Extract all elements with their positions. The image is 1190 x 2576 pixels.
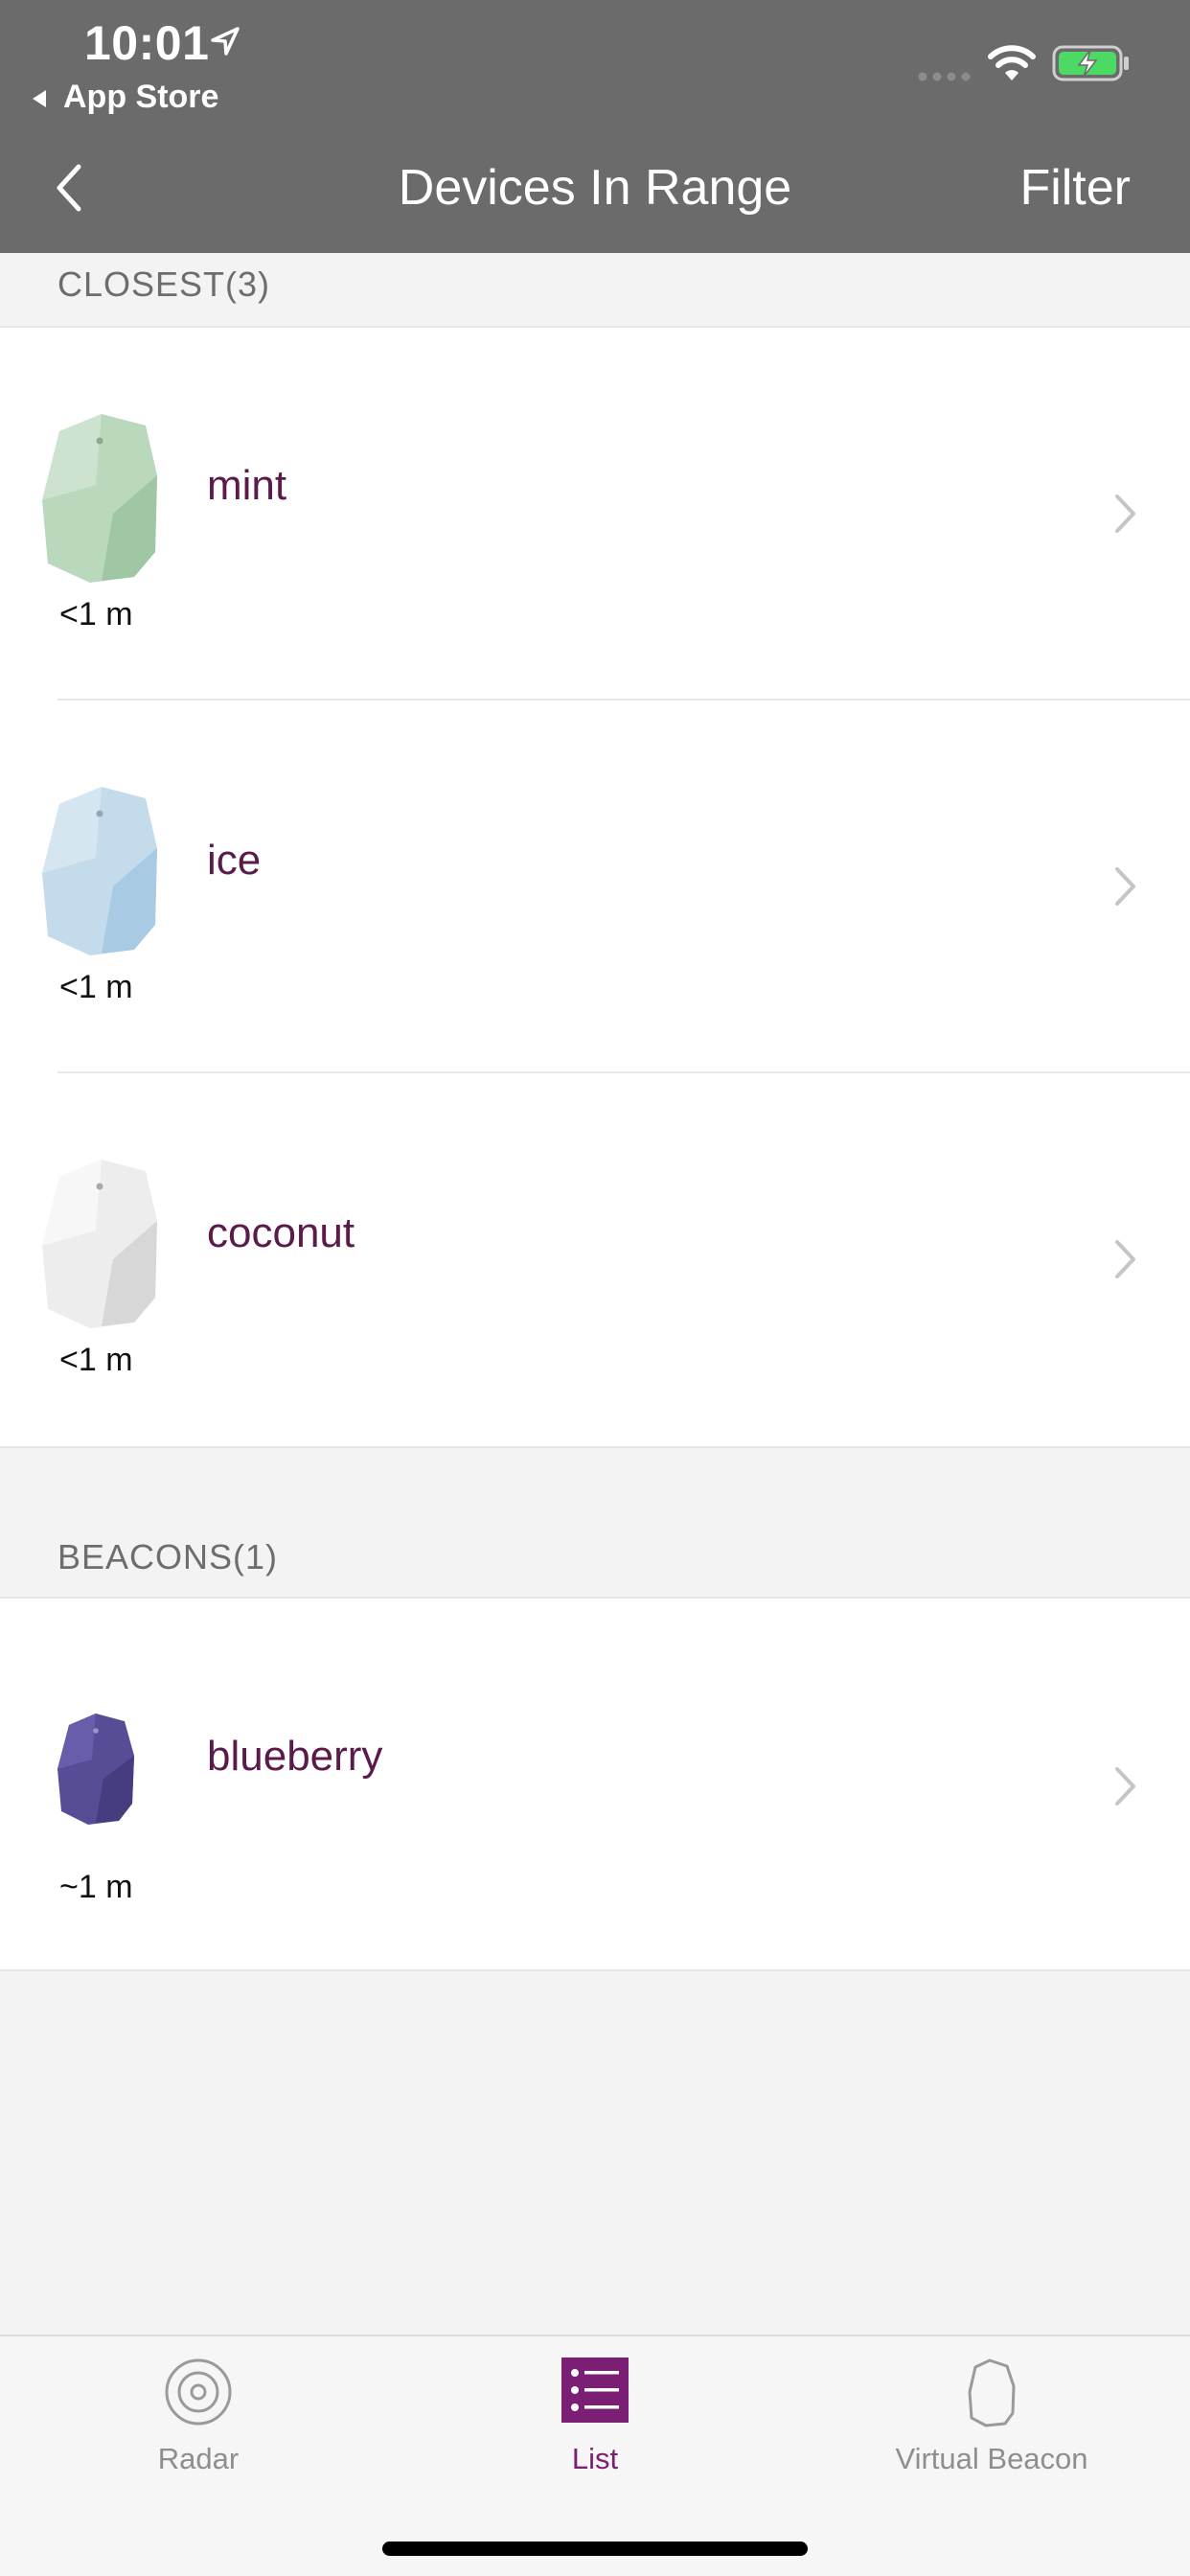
- device-name: coconut: [207, 1209, 355, 1256]
- section-divider: [0, 1446, 1190, 1448]
- list-icon: [561, 2358, 629, 2423]
- battery-charging-icon: [1052, 45, 1129, 81]
- location-arrow-icon: [211, 27, 240, 56]
- filter-button[interactable]: Filter: [1019, 159, 1131, 217]
- section-title: BEACONS(1): [57, 1537, 279, 1576]
- list-item-ice[interactable]: ice <1 m: [0, 701, 1190, 1073]
- tab-bar: Radar List Virtual Beacon: [0, 2334, 1190, 2576]
- tab-label: Radar: [157, 2442, 240, 2475]
- list-item-coconut[interactable]: coconut <1 m: [0, 1073, 1190, 1446]
- home-indicator: [382, 2542, 808, 2556]
- status-time: 10:01: [84, 16, 210, 70]
- beacons-list: blueberry ~1 m: [0, 1598, 1190, 1970]
- tab-label: Virtual Beacon: [895, 2442, 1088, 2475]
- wifi-icon: [988, 45, 1036, 80]
- tab-label: List: [571, 2442, 619, 2475]
- section-header-closest: CLOSEST(3): [0, 253, 1190, 328]
- device-name: mint: [207, 462, 287, 509]
- list-item-blueberry[interactable]: blueberry ~1 m: [0, 1598, 1190, 1970]
- tab-virtual-beacon[interactable]: Virtual Beacon: [793, 2336, 1190, 2528]
- closest-list: mint <1 m ice <1 m coconut <1 m: [0, 328, 1190, 1447]
- tab-radar[interactable]: Radar: [0, 2336, 397, 2528]
- back-triangle-icon: [33, 90, 46, 107]
- page-title: Devices In Range: [398, 160, 792, 216]
- beacon-outline-icon: [968, 2358, 1016, 2427]
- section-header-beacons: BEACONS(1): [0, 1524, 1190, 1598]
- chevron-right-icon: [1115, 1767, 1135, 1806]
- signal-icon: [918, 72, 971, 81]
- section-divider: [0, 1969, 1190, 1971]
- device-name: blueberry: [207, 1733, 383, 1780]
- top-bar: 10:01 App Store Devices In Range Filter: [0, 0, 1190, 253]
- chevron-right-icon: [1115, 1240, 1135, 1278]
- device-name: ice: [207, 837, 262, 884]
- device-distance: <1 m: [59, 1342, 133, 1378]
- radar-icon: [165, 2358, 232, 2426]
- chevron-right-icon: [1115, 494, 1135, 533]
- tab-list[interactable]: List: [397, 2336, 793, 2528]
- back-app-label: App Store: [63, 79, 219, 115]
- device-distance: ~1 m: [59, 1869, 133, 1905]
- device-distance: <1 m: [59, 969, 133, 1005]
- ice-beacon-icon: [42, 787, 157, 955]
- coconut-beacon-icon: [42, 1160, 157, 1328]
- blueberry-beacon-icon: [57, 1714, 134, 1825]
- list-item-mint[interactable]: mint <1 m: [0, 328, 1190, 701]
- mint-beacon-icon: [42, 414, 157, 583]
- device-distance: <1 m: [59, 596, 133, 632]
- chevron-right-icon: [1115, 867, 1135, 906]
- section-title: CLOSEST(3): [57, 264, 271, 304]
